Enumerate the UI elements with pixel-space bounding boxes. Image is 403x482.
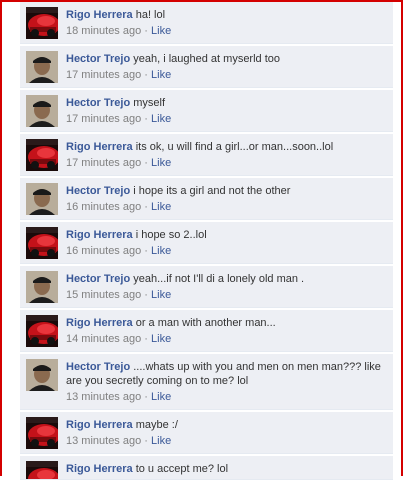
avatar-rigo-herrera[interactable] <box>26 315 58 347</box>
comment-item: Hector Trejo myself 17 minutes ago · Lik… <box>20 90 393 132</box>
comment-item: Rigo Herrera ha! lol 18 minutes ago · Li… <box>20 2 393 44</box>
comment-text: yeah, i laughed at myserld too <box>133 53 281 65</box>
comment-item: Hector Trejo yeah...if not I'll di a lon… <box>20 266 393 308</box>
comment-author[interactable]: Rigo Herrera <box>66 463 133 475</box>
comment-time[interactable]: 15 minutes ago <box>66 289 141 301</box>
avatar-rigo-herrera[interactable] <box>26 227 58 259</box>
comment-time[interactable]: 17 minutes ago <box>66 69 141 81</box>
comment-item: Rigo Herrera maybe :/ 13 minutes ago · L… <box>20 412 393 454</box>
comment-item: Hector Trejo ....whats up with you and m… <box>20 354 393 410</box>
like-link[interactable]: Like <box>151 391 171 403</box>
comment-author[interactable]: Hector Trejo <box>66 273 130 285</box>
comment-author[interactable]: Hector Trejo <box>66 361 130 373</box>
comment-author[interactable]: Hector Trejo <box>66 97 130 109</box>
comment-text: ha! lol <box>135 9 166 21</box>
comment-author[interactable]: Rigo Herrera <box>66 419 133 431</box>
separator-dot: · <box>144 25 148 37</box>
comment-author[interactable]: Rigo Herrera <box>66 141 133 153</box>
separator-dot: · <box>144 391 148 403</box>
comment-text: myself <box>133 97 166 109</box>
comment-item: Rigo Herrera i hope so 2..lol 16 minutes… <box>20 222 393 264</box>
comment-author[interactable]: Rigo Herrera <box>66 229 133 241</box>
avatar-rigo-herrera[interactable] <box>26 139 58 171</box>
like-link[interactable]: Like <box>151 69 171 81</box>
comment-item: Hector Trejo i hope its a girl and not t… <box>20 178 393 220</box>
comment-time[interactable]: 18 minutes ago <box>66 25 141 37</box>
avatar-hector-trejo[interactable] <box>26 359 58 391</box>
like-link[interactable]: Like <box>151 333 171 345</box>
comment-time[interactable]: 17 minutes ago <box>66 113 141 125</box>
comment-text: maybe :/ <box>135 419 178 431</box>
like-link[interactable]: Like <box>151 113 171 125</box>
separator-dot: · <box>144 333 148 345</box>
comment-time[interactable]: 17 minutes ago <box>66 157 141 169</box>
comment-item: Hector Trejo yeah, i laughed at myserld … <box>20 46 393 88</box>
comment-time[interactable]: 13 minutes ago <box>66 435 141 447</box>
comment-author[interactable]: Hector Trejo <box>66 53 130 65</box>
like-link[interactable]: Like <box>151 435 171 447</box>
comment-time[interactable]: 13 minutes ago <box>66 391 141 403</box>
avatar-rigo-herrera[interactable] <box>26 461 58 479</box>
separator-dot: · <box>144 157 148 169</box>
avatar-rigo-herrera[interactable] <box>26 417 58 449</box>
separator-dot: · <box>144 245 148 257</box>
avatar-hector-trejo[interactable] <box>26 95 58 127</box>
comment-item: Rigo Herrera or a man with another man..… <box>20 310 393 352</box>
like-link[interactable]: Like <box>151 289 171 301</box>
separator-dot: · <box>144 435 148 447</box>
comment-time[interactable]: 14 minutes ago <box>66 333 141 345</box>
comment-text: to u accept me? lol <box>135 463 229 475</box>
separator-dot: · <box>144 289 148 301</box>
comment-item: Rigo Herrera to u accept me? lol <box>20 456 393 480</box>
separator-dot: · <box>144 69 148 81</box>
comment-author[interactable]: Rigo Herrera <box>66 317 133 329</box>
like-link[interactable]: Like <box>151 201 171 213</box>
comment-time[interactable]: 16 minutes ago <box>66 245 141 257</box>
avatar-hector-trejo[interactable] <box>26 51 58 83</box>
comment-author[interactable]: Rigo Herrera <box>66 9 133 21</box>
comment-item: Rigo Herrera its ok, u will find a girl.… <box>20 134 393 176</box>
comment-text: yeah...if not I'll di a lonely old man . <box>133 273 305 285</box>
separator-dot: · <box>144 201 148 213</box>
comment-text: i hope so 2..lol <box>135 229 207 241</box>
like-link[interactable]: Like <box>151 157 171 169</box>
separator-dot: · <box>144 113 148 125</box>
comment-author[interactable]: Hector Trejo <box>66 185 130 197</box>
avatar-hector-trejo[interactable] <box>26 271 58 303</box>
like-link[interactable]: Like <box>151 245 171 257</box>
avatar-hector-trejo[interactable] <box>26 183 58 215</box>
comment-text: its ok, u will find a girl...or man...so… <box>135 141 334 153</box>
comment-list: Rigo Herrera ha! lol 18 minutes ago · Li… <box>20 2 393 482</box>
comment-text: or a man with another man... <box>135 317 276 329</box>
comment-text: i hope its a girl and not the other <box>133 185 291 197</box>
comment-time[interactable]: 16 minutes ago <box>66 201 141 213</box>
avatar-rigo-herrera[interactable] <box>26 7 58 39</box>
like-link[interactable]: Like <box>151 25 171 37</box>
